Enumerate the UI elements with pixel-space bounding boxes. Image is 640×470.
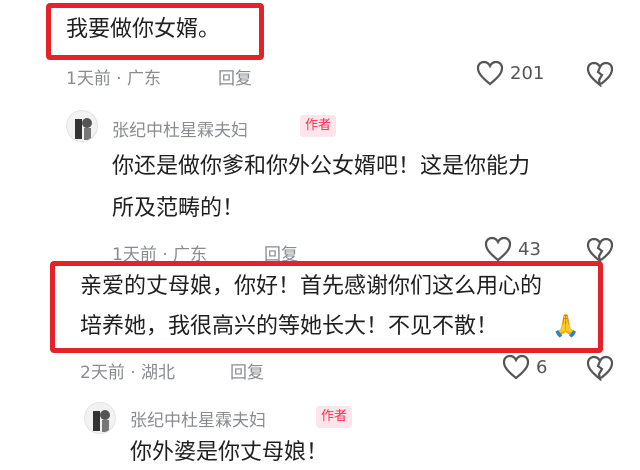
comment1-like-count: 201 bbox=[510, 62, 545, 84]
broken-heart-icon[interactable] bbox=[586, 237, 614, 263]
comment2-line2: 培养她，我很高兴的等她长大！不见不散！ bbox=[80, 314, 499, 339]
reply2-line1: 你外婆是你丈母娘！ bbox=[130, 440, 329, 465]
author-badge: 作者 bbox=[300, 115, 337, 137]
reply1-line1: 你还是做你爹和你外公女婿吧！这是你能力 bbox=[112, 154, 531, 179]
author-avatar[interactable] bbox=[84, 402, 116, 434]
comment2-like-count: 6 bbox=[536, 356, 548, 378]
author-avatar[interactable] bbox=[66, 110, 98, 142]
broken-heart-icon[interactable] bbox=[586, 61, 614, 87]
heart-icon bbox=[476, 60, 504, 86]
comment1-meta: 1天前 · 广东 bbox=[66, 69, 162, 89]
author-badge: 作者 bbox=[316, 406, 353, 428]
heart-icon bbox=[484, 236, 512, 262]
comment1-reply-button[interactable]: 回复 bbox=[218, 64, 252, 89]
avatar-figure-icon bbox=[75, 118, 92, 140]
comment2-reply-button[interactable]: 回复 bbox=[230, 358, 264, 383]
praying-hands-emoji: 🙏 bbox=[552, 314, 580, 339]
heart-icon bbox=[502, 354, 530, 380]
comment1-text: 我要做你女婿。 bbox=[66, 17, 221, 42]
comment2-line1: 亲爱的丈母娘，你好！首先感谢你们这么用心的 bbox=[80, 274, 543, 299]
reply1-author[interactable]: 张纪中杜星霖夫妇 bbox=[112, 116, 248, 141]
comment1-like-button[interactable]: 201 bbox=[476, 60, 544, 86]
reply1-like-button[interactable]: 43 bbox=[484, 236, 541, 262]
comment2-meta: 2天前 · 湖北 bbox=[80, 363, 176, 383]
comment2-like-button[interactable]: 6 bbox=[502, 354, 547, 380]
reply1-line2: 所及范畴的！ bbox=[112, 196, 245, 221]
broken-heart-icon[interactable] bbox=[586, 355, 614, 381]
avatar-figure-icon bbox=[93, 410, 110, 432]
reply1-like-count: 43 bbox=[518, 238, 541, 260]
reply2-author[interactable]: 张纪中杜星霖夫妇 bbox=[130, 406, 266, 431]
